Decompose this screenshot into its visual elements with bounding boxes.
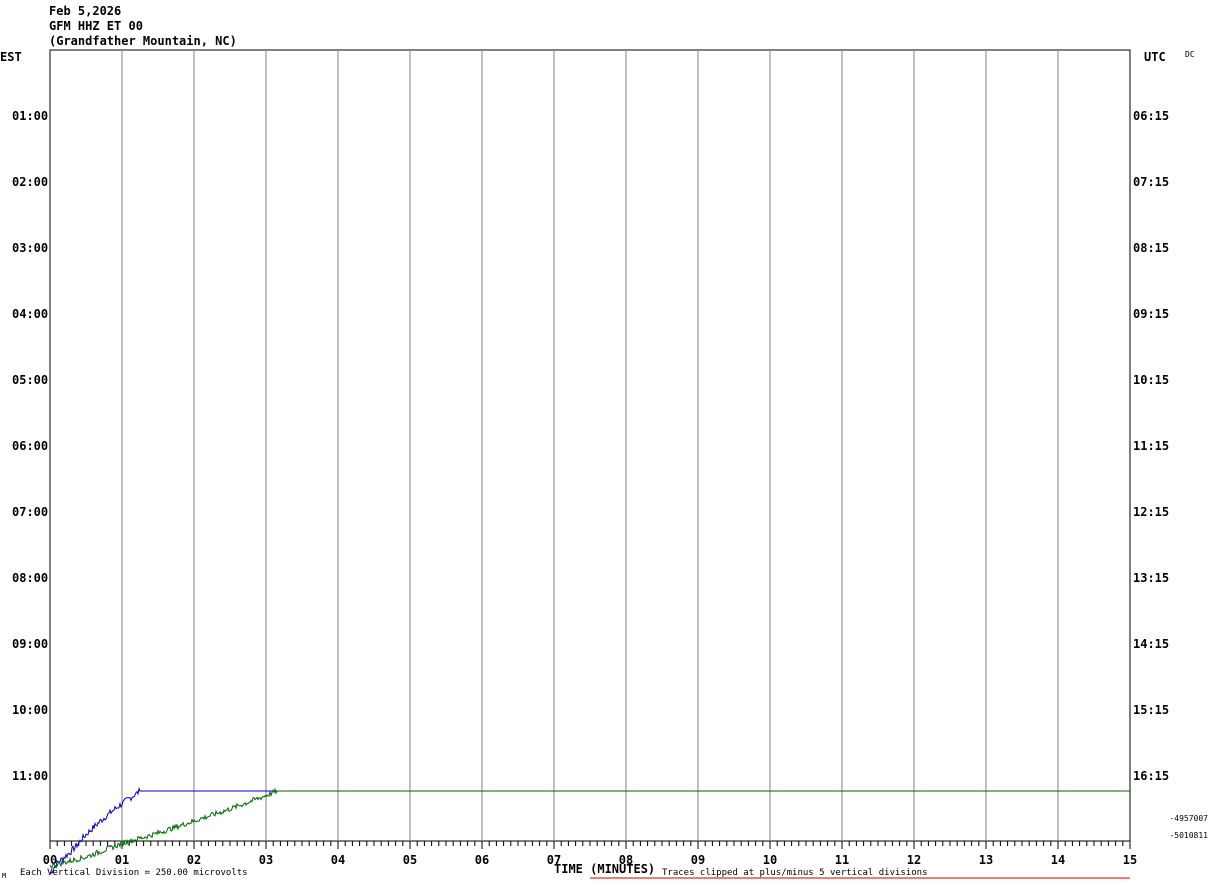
x-tick-label: 15 xyxy=(1123,853,1137,867)
dc-offset-value: -5010811 xyxy=(1169,831,1208,840)
row-label-utc: 11:15 xyxy=(1133,439,1169,453)
row-label-utc: 14:15 xyxy=(1133,637,1169,651)
row-label-utc: 07:15 xyxy=(1133,175,1169,189)
dc-offset-value: -4957007 xyxy=(1169,814,1208,823)
row-label-utc: 08:15 xyxy=(1133,241,1169,255)
row-label-est: 05:00 xyxy=(12,373,48,387)
dc-label: DC xyxy=(1185,50,1195,59)
row-label-est: 02:00 xyxy=(12,175,48,189)
row-label-est: 03:00 xyxy=(12,241,48,255)
right-axis-label: UTC xyxy=(1144,50,1166,64)
seismic-trace xyxy=(49,787,1130,875)
row-label-est: 11:00 xyxy=(12,769,48,783)
row-label-utc: 15:15 xyxy=(1133,703,1169,717)
x-tick-label: 06 xyxy=(475,853,489,867)
x-tick-label: 04 xyxy=(331,853,345,867)
row-label-est: 08:00 xyxy=(12,571,48,585)
corner-mark: M xyxy=(2,872,6,880)
row-label-est: 09:00 xyxy=(12,637,48,651)
x-tick-label: 00 xyxy=(43,853,57,867)
x-tick-label: 13 xyxy=(979,853,993,867)
row-label-est: 01:00 xyxy=(12,109,48,123)
x-axis-title: TIME (MINUTES) xyxy=(554,862,655,876)
row-label-est: 04:00 xyxy=(12,307,48,321)
x-tick-label: 14 xyxy=(1051,853,1065,867)
x-tick-label: 01 xyxy=(115,853,129,867)
row-label-utc: 09:15 xyxy=(1133,307,1169,321)
row-label-utc: 06:15 xyxy=(1133,109,1169,123)
x-tick-label: 10 xyxy=(763,853,777,867)
x-tick-label: 02 xyxy=(187,853,201,867)
left-axis-label: EST xyxy=(0,50,22,64)
x-tick-label: 03 xyxy=(259,853,273,867)
clip-note: Traces clipped at plus/minus 5 vertical … xyxy=(662,868,928,878)
x-tick-label: 05 xyxy=(403,853,417,867)
row-label-utc: 12:15 xyxy=(1133,505,1169,519)
row-label-utc: 13:15 xyxy=(1133,571,1169,585)
row-label-est: 07:00 xyxy=(12,505,48,519)
division-note: Each Vertical Division = 250.00 microvol… xyxy=(20,868,248,878)
x-tick-label: 11 xyxy=(835,853,849,867)
x-tick-label: 09 xyxy=(691,853,705,867)
row-label-utc: 16:15 xyxy=(1133,769,1169,783)
x-tick-label: 12 xyxy=(907,853,921,867)
row-label-est: 10:00 xyxy=(12,703,48,717)
seismic-trace xyxy=(49,787,1130,869)
row-label-est: 06:00 xyxy=(12,439,48,453)
plot-frame xyxy=(49,49,1131,842)
row-label-utc: 10:15 xyxy=(1133,373,1169,387)
helicorder-chart: 00 01 02 03 04 05 06 07 08 09 10 11 12 13 14 15EST UTC DC… xyxy=(0,49,1208,880)
